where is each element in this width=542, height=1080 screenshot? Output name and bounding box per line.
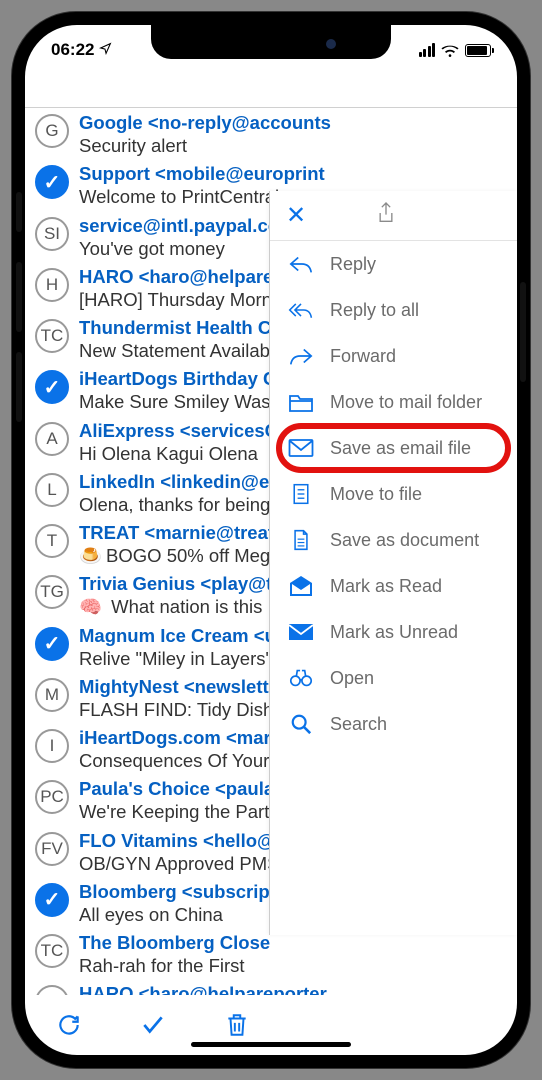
sender-avatar[interactable]: TC — [35, 319, 69, 353]
cellular-signal-icon — [419, 43, 436, 57]
menu-item-forward[interactable]: Forward — [270, 333, 517, 379]
reply-all-icon — [288, 297, 314, 323]
sender-avatar[interactable]: H — [35, 268, 69, 302]
reply-icon — [288, 251, 314, 277]
menu-item-label: Mark as Read — [330, 576, 442, 597]
home-indicator — [191, 1042, 351, 1047]
menu-item-mark-unread[interactable]: Mark as Unread — [270, 609, 517, 655]
checkmark-avatar[interactable] — [35, 627, 69, 661]
mail-open-icon — [288, 573, 314, 599]
sender-avatar[interactable]: SI — [35, 217, 69, 251]
folder-icon — [288, 389, 314, 415]
menu-item-label: Save as document — [330, 530, 479, 551]
menu-item-search[interactable]: Search — [270, 701, 517, 747]
sender-avatar[interactable]: T — [35, 524, 69, 558]
menu-item-reply[interactable]: Reply — [270, 241, 517, 287]
sender-avatar[interactable]: A — [35, 422, 69, 456]
battery-icon — [465, 44, 491, 57]
sender-avatar[interactable]: G — [35, 114, 69, 148]
share-icon[interactable] — [376, 201, 396, 230]
menu-item-label: Reply — [330, 254, 376, 275]
menu-item-open[interactable]: Open — [270, 655, 517, 701]
menu-item-label: Move to mail folder — [330, 392, 482, 413]
location-icon — [99, 42, 112, 58]
email-row[interactable]: G Google <no-reply@accountsSecurity alert — [25, 108, 517, 159]
sender-avatar[interactable]: TC — [35, 934, 69, 968]
menu-item-move-mail[interactable]: Move to mail folder — [270, 379, 517, 425]
menu-item-label: Mark as Unread — [330, 622, 458, 643]
forward-icon — [288, 343, 314, 369]
menu-item-move-file[interactable]: Move to file — [270, 471, 517, 517]
email-sender: Support <mobile@europrint — [79, 162, 505, 185]
menu-item-save-email[interactable]: Save as email file — [270, 425, 517, 471]
sender-avatar[interactable]: FV — [35, 832, 69, 866]
trash-button[interactable] — [223, 1011, 251, 1039]
menu-item-reply-all[interactable]: Reply to all — [270, 287, 517, 333]
email-sender: Google <no-reply@accounts — [79, 111, 505, 134]
checkmark-button[interactable] — [139, 1011, 167, 1039]
email-row[interactable]: TCThe Bloomberg CloseRah-rah for the Fir… — [25, 928, 517, 979]
email-subject: Security alert — [79, 134, 505, 157]
sender-avatar[interactable]: TG — [35, 575, 69, 609]
checkmark-avatar[interactable] — [35, 883, 69, 917]
email-sender: HARO <haro@helpareporter — [79, 982, 505, 995]
checkmark-avatar[interactable] — [35, 165, 69, 199]
envelope-icon — [288, 435, 314, 461]
sender-avatar[interactable]: I — [35, 729, 69, 763]
menu-item-label: Save as email file — [330, 438, 471, 459]
menu-item-label: Reply to all — [330, 300, 419, 321]
menu-item-save-doc[interactable]: Save as document — [270, 517, 517, 563]
sender-avatar[interactable]: M — [35, 678, 69, 712]
binoculars-icon — [288, 665, 314, 691]
sender-avatar[interactable]: H — [35, 985, 69, 995]
email-subject: Rah-rah for the First — [79, 954, 505, 977]
status-time: 06:22 — [51, 40, 94, 60]
context-menu: ✕ Reply Reply to all Forward Move to mail f… — [269, 191, 517, 935]
page-icon — [288, 527, 314, 553]
sender-avatar[interactable]: L — [35, 473, 69, 507]
menu-item-label: Move to file — [330, 484, 422, 505]
menu-item-label: Search — [330, 714, 387, 735]
file-icon — [288, 481, 314, 507]
sender-avatar[interactable]: PC — [35, 780, 69, 814]
close-icon[interactable]: ✕ — [286, 201, 306, 230]
menu-item-label: Open — [330, 668, 374, 689]
refresh-button[interactable] — [55, 1011, 83, 1039]
email-row[interactable]: H HARO <haro@helpareporter — [25, 979, 517, 995]
menu-item-label: Forward — [330, 346, 396, 367]
checkmark-avatar[interactable] — [35, 370, 69, 404]
mail-closed-icon — [288, 619, 314, 645]
menu-item-mark-read[interactable]: Mark as Read — [270, 563, 517, 609]
search-icon — [288, 711, 314, 737]
wifi-icon — [441, 43, 459, 57]
